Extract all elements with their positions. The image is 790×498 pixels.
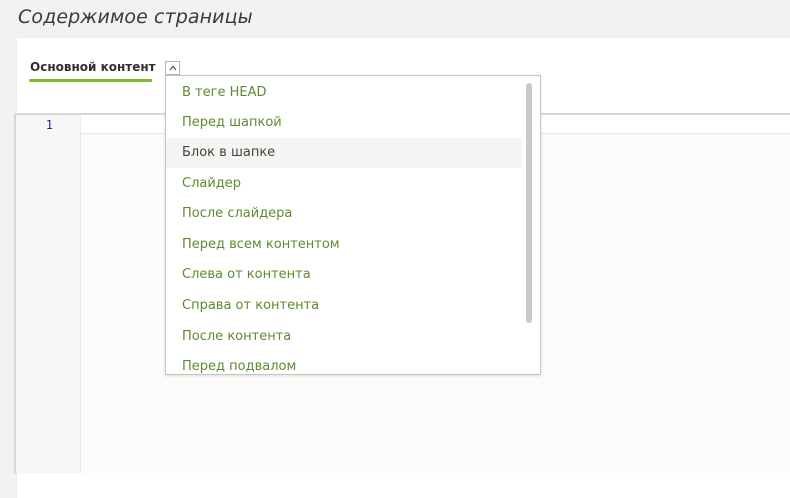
menu-item-after-slider[interactable]: После слайдера: [166, 199, 522, 229]
line-number-gutter: 1: [16, 115, 81, 473]
menu-item-header-block[interactable]: Блок в шапке: [166, 138, 522, 168]
menu-item-right-of-content[interactable]: Справа от контента: [166, 291, 522, 321]
page-title: Содержимое страницы: [18, 6, 253, 28]
menu-item-before-all-content[interactable]: Перед всем контентом: [166, 230, 522, 260]
scrollbar-thumb[interactable]: [526, 83, 532, 323]
line-number: 1: [45, 118, 53, 132]
chevron-up-icon: [169, 65, 177, 71]
menu-item-head[interactable]: В теге HEAD: [166, 78, 522, 108]
menu-item-left-of-content[interactable]: Слева от контента: [166, 260, 522, 290]
menu-item-slider[interactable]: Слайдер: [166, 169, 522, 199]
dropdown-toggle-button[interactable]: [165, 61, 180, 75]
tab-active-indicator: [29, 79, 152, 82]
position-dropdown-menu[interactable]: В теге HEAD Перед шапкой Блок в шапке Сл…: [165, 75, 541, 375]
menu-item-before-header[interactable]: Перед шапкой: [166, 108, 522, 138]
menu-item-after-content[interactable]: После контента: [166, 322, 522, 352]
menu-item-before-footer[interactable]: Перед подвалом: [166, 352, 522, 374]
